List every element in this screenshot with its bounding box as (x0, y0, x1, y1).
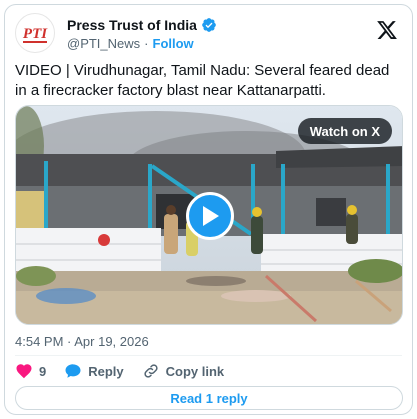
like-count: 9 (39, 363, 47, 379)
follow-button[interactable]: Follow (153, 36, 194, 51)
reply-button[interactable]: Reply (64, 362, 124, 380)
copy-link-label: Copy link (165, 363, 225, 379)
name-line: Press Trust of India (67, 17, 217, 33)
avatar[interactable]: PTI (15, 13, 55, 53)
play-button[interactable] (186, 192, 234, 240)
display-name[interactable]: Press Trust of India (67, 17, 197, 33)
handle[interactable]: @PTI_News (67, 36, 140, 51)
reply-bubble-icon (65, 364, 81, 378)
x-logo-icon[interactable] (376, 19, 398, 41)
read-replies-button[interactable]: Read 1 reply (15, 386, 403, 410)
tweet-text: VIDEO | Virudhunagar, Tamil Nadu: Severa… (15, 62, 390, 99)
tweet-timestamp[interactable]: 4:54 PM · Apr 19, 2026 (15, 334, 149, 349)
action-bar: 9 Reply Copy link (15, 360, 224, 382)
reply-label: Reply (88, 363, 124, 379)
handle-line: @PTI_News · Follow (67, 36, 194, 51)
tweet-header: PTI Press Trust of India @PTI_News · Fol… (15, 13, 402, 55)
separator-dot: · (144, 36, 149, 51)
pti-logo: PTI (23, 26, 48, 43)
watch-on-x-button[interactable]: Watch on X (297, 118, 392, 144)
like-button[interactable]: 9 (15, 362, 46, 380)
verified-badge-icon (202, 18, 216, 32)
video-thumbnail[interactable]: Watch on X (15, 105, 403, 325)
copy-link-button[interactable]: Copy link (142, 362, 225, 380)
divider (15, 355, 402, 356)
heart-icon (16, 364, 32, 379)
tweet-card: PTI Press Trust of India @PTI_News · Fol… (4, 4, 413, 415)
pti-logo-text: PTI (23, 26, 48, 42)
link-icon (144, 364, 158, 378)
play-icon (203, 206, 219, 226)
